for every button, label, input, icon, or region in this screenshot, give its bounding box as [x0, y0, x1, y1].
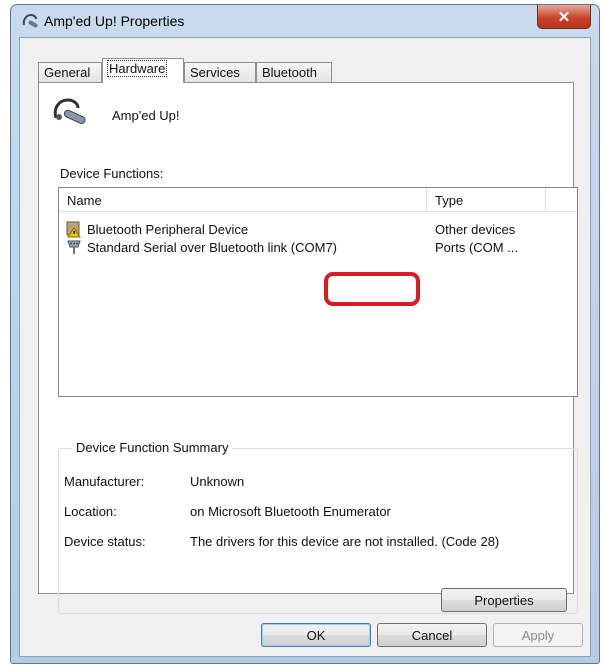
title-bar[interactable]: Amp'ed Up! Properties ✕ [11, 5, 599, 37]
bluetooth-headset-icon [22, 13, 38, 28]
com-port-highlight [324, 272, 420, 306]
column-header-type[interactable]: Type [435, 193, 463, 208]
tab-services[interactable]: Services [184, 62, 256, 82]
tab-general[interactable]: General [38, 62, 102, 82]
ok-button[interactable]: OK [261, 623, 371, 647]
list-item-type: Other devices [435, 222, 516, 237]
tab-hardware-label: Hardware [106, 60, 168, 77]
manufacturer-value: Unknown [190, 474, 245, 489]
serial-port-icon [67, 240, 81, 254]
device-functions-label: Device Functions: [60, 166, 164, 181]
list-item-name: Standard Serial over Bluetooth link (COM… [87, 240, 338, 255]
device-functions-list[interactable]: Name Type Bluetooth Peripheral Device Ot… [58, 187, 578, 397]
window-title: Amp'ed Up! Properties [44, 13, 185, 29]
bluetooth-headset-icon [53, 98, 86, 125]
list-item-type: Ports (COM ... [435, 240, 519, 255]
device-name: Amp'ed Up! [112, 108, 180, 123]
tab-bluetooth[interactable]: Bluetooth [256, 62, 332, 82]
list-item-name: Bluetooth Peripheral Device [87, 222, 249, 237]
list-header: Name Type [59, 188, 577, 212]
column-divider[interactable] [426, 188, 427, 212]
cancel-button[interactable]: Cancel [377, 623, 487, 647]
close-button[interactable]: ✕ [537, 5, 591, 29]
device-status-value: The drivers for this device are not inst… [190, 534, 500, 549]
location-value: on Microsoft Bluetooth Enumerator [190, 504, 391, 519]
list-item[interactable]: Bluetooth Peripheral Device Other device… [59, 220, 577, 238]
warning-device-icon [66, 221, 81, 238]
apply-button[interactable]: Apply [493, 623, 583, 647]
manufacturer-label: Manufacturer: [64, 474, 145, 489]
dialog-client-area: General Hardware Services Bluetooth Amp'… [19, 37, 591, 657]
properties-button[interactable]: Properties [441, 588, 567, 612]
column-divider[interactable] [545, 188, 546, 212]
device-status-label: Device status: [64, 534, 146, 549]
device-function-summary-title: Device Function Summary [72, 440, 233, 455]
list-item[interactable]: Standard Serial over Bluetooth link (COM… [59, 238, 577, 256]
properties-window: Amp'ed Up! Properties ✕ General Hardware… [10, 4, 600, 664]
location-label: Location: [64, 504, 117, 519]
column-header-name[interactable]: Name [67, 193, 102, 208]
tab-hardware[interactable]: Hardware [102, 58, 184, 83]
close-icon: ✕ [557, 8, 571, 26]
